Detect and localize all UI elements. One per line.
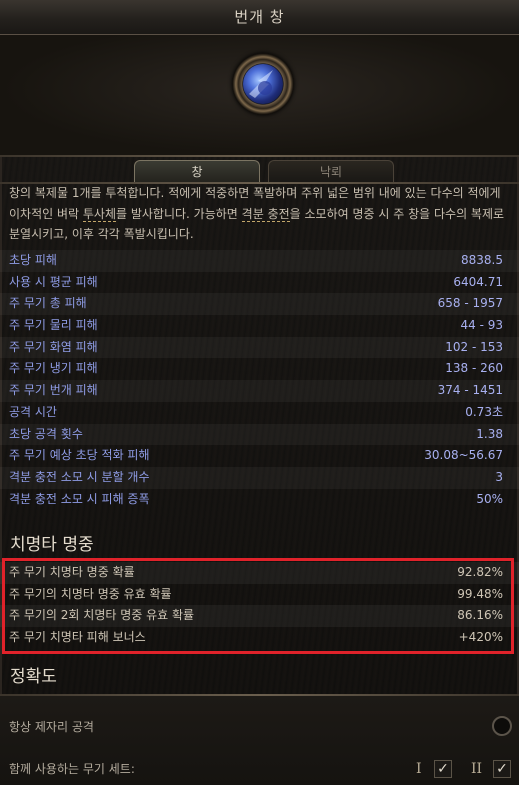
stat-row: 공격 시간 0.73초 [0, 402, 519, 424]
weapon-set-1-checkbox[interactable]: ✓ [434, 760, 452, 778]
stat-value: 3 [495, 469, 503, 484]
stat-value: 658 - 1957 [437, 296, 503, 311]
stat-row: 주 무기 화염 피해 102 - 153 [0, 336, 519, 359]
stat-label: 격분 충전 소모 시 분할 개수 [9, 469, 150, 484]
stat-label: 공격 시간 [9, 404, 57, 419]
stat-row: 주 무기 냉기 피해 138 - 260 [0, 358, 519, 380]
stat-value: 8838.5 [461, 253, 503, 267]
stat-row: 격분 충전 소모 시 분할 개수 3 [0, 466, 519, 489]
stats-list: 초당 피해 8838.5 사용 시 평균 피해 6404.71 주 무기 총 피해 6… [0, 250, 519, 510]
stat-value: 30.08~56.67 [424, 448, 503, 463]
weapon-set-2-checkbox[interactable]: ✓ [493, 760, 511, 778]
window-title: 번개 창 [0, 0, 519, 35]
tab-lightning-strike[interactable]: 낙뢰 [268, 160, 394, 182]
accuracy-section-title: 정확도 [10, 667, 57, 687]
stat-value: 374 - 1451 [437, 383, 503, 398]
lightning-spear-skill-icon [232, 53, 294, 115]
stat-value: 102 - 153 [445, 339, 503, 354]
description-text: 를 발사합니다. 가능하면 [116, 206, 242, 221]
weapon-set-1-label: I [416, 761, 422, 777]
stat-row: 주 무기 예상 초당 적화 피해 30.08~56.67 [0, 445, 519, 467]
always-in-place-radio[interactable] [492, 716, 512, 736]
stat-value: 50% [476, 491, 503, 506]
stat-label: 격분 충전 소모 시 피해 증폭 [9, 491, 150, 506]
stat-label: 주 무기 물리 피해 [9, 318, 98, 333]
always-in-place-option: 항상 제자리 공격 [9, 716, 514, 738]
stat-label: 주 무기 총 피해 [9, 296, 87, 311]
projectile-keyword[interactable]: 투사체 [82, 206, 116, 222]
stat-row: 주 무기 물리 피해 44 - 93 [0, 315, 519, 337]
stat-row: 초당 피해 8838.5 [0, 250, 519, 272]
stat-label: 초당 피해 [9, 253, 57, 267]
always-in-place-label: 항상 제자리 공격 [9, 720, 94, 734]
stat-label: 주 무기 번개 피해 [9, 383, 98, 398]
frenzy-charge-keyword[interactable]: 격분 충전 [241, 206, 290, 222]
crit-section-title: 치명타 명중 [10, 535, 94, 555]
weapon-set-label: 함께 사용하는 무기 세트: [9, 762, 135, 776]
weapon-set-option: 함께 사용하는 무기 세트: I ✓ II ✓ [9, 758, 514, 780]
skill-description: 창의 복제물 1개를 투척합니다. 적에게 적중하면 폭발하며 주위 넓은 범위… [9, 183, 509, 245]
stat-row: 격분 충전 소모 시 피해 증폭 50% [0, 489, 519, 511]
stat-value: 1.38 [476, 426, 503, 441]
stat-label: 초당 공격 횟수 [9, 426, 83, 441]
tab-spear[interactable]: 창 [134, 160, 260, 182]
stat-label: 주 무기 냉기 피해 [9, 361, 98, 376]
stat-value: 138 - 260 [445, 361, 503, 376]
stat-value: 6404.71 [453, 274, 503, 289]
options-divider [0, 694, 519, 696]
stat-value: 44 - 93 [460, 318, 504, 333]
stat-row: 초당 공격 횟수 1.38 [0, 423, 519, 446]
stat-label: 주 무기 예상 초당 적화 피해 [9, 448, 150, 463]
highlight-box [2, 558, 514, 654]
stat-value: 0.73초 [465, 404, 503, 419]
skill-tabs: 창 낙뢰 [0, 157, 519, 183]
stat-row: 주 무기 번개 피해 374 - 1451 [0, 380, 519, 402]
stat-row: 주 무기 총 피해 658 - 1957 [0, 293, 519, 316]
stat-label: 주 무기 화염 피해 [9, 339, 98, 354]
stat-label: 사용 시 평균 피해 [9, 274, 98, 289]
weapon-set-2-label: II [471, 761, 483, 777]
stat-row: 사용 시 평균 피해 6404.71 [0, 272, 519, 294]
